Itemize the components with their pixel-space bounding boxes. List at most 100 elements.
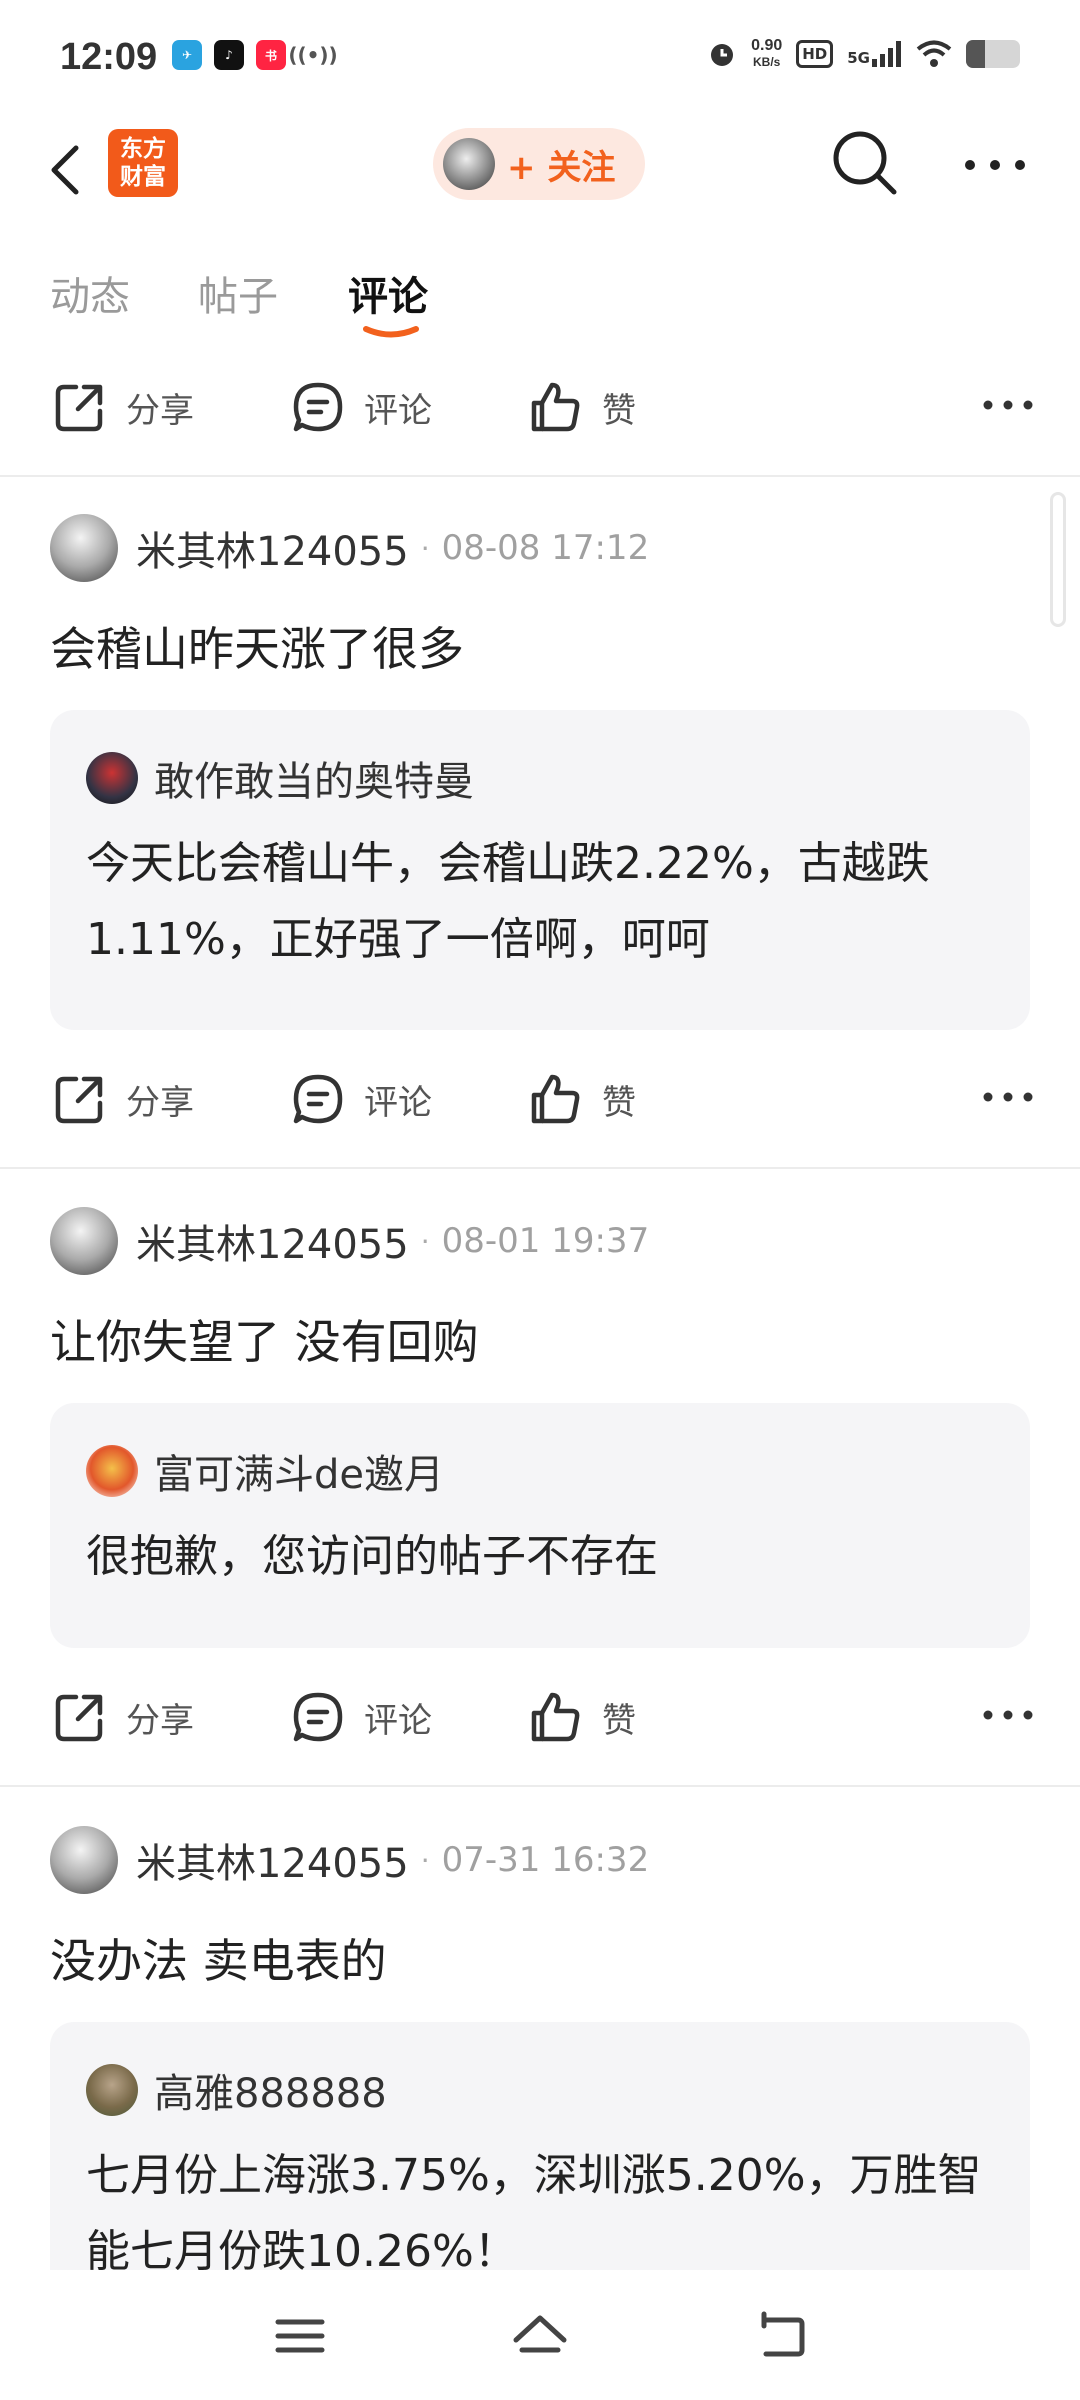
- signal-icon: 5G: [847, 41, 902, 67]
- comment-button[interactable]: 评论: [290, 1672, 432, 1762]
- battery-icon: [966, 40, 1020, 68]
- post-action-bar: 分享 评论 赞: [0, 1054, 1080, 1144]
- author-name[interactable]: 米其林124055: [136, 519, 409, 577]
- back-button[interactable]: [40, 130, 100, 210]
- hotspot-icon: ((•)): [288, 43, 338, 67]
- back-nav-icon[interactable]: [750, 2310, 810, 2362]
- author-avatar[interactable]: [50, 1207, 118, 1275]
- share-button[interactable]: 分享: [52, 1054, 194, 1144]
- author-name[interactable]: 米其林124055: [136, 1831, 409, 1889]
- quoted-author-avatar: [86, 2064, 138, 2116]
- share-label: 分享: [126, 1082, 194, 1123]
- post-action-bar: 分享 评论 赞: [0, 362, 1080, 452]
- share-label: 分享: [126, 1700, 194, 1741]
- author-name[interactable]: 米其林124055: [136, 1212, 409, 1270]
- comment-text: 会稽山昨天涨了很多: [50, 622, 464, 676]
- comment-icon: [293, 1692, 343, 1742]
- comment-label: 评论: [364, 390, 432, 431]
- quoted-post[interactable]: 高雅888888 七月份上海涨3.75%，深圳涨5.20%，万胜智能七月份跌10…: [50, 2022, 1030, 2270]
- xiaohongshu-icon: 书: [256, 40, 286, 70]
- home-icon[interactable]: [510, 2310, 570, 2362]
- share-icon: [55, 384, 103, 432]
- comment-button[interactable]: 评论: [290, 362, 432, 452]
- separator-dot: ·: [420, 1843, 430, 1877]
- comment-icon: [293, 1074, 343, 1124]
- divider: [0, 1785, 1080, 1787]
- tab-comments[interactable]: 评论: [348, 264, 428, 322]
- wifi-icon: [916, 40, 952, 67]
- hd-badge: HD: [796, 40, 834, 68]
- eastmoney-logo: 东方 财富: [108, 129, 178, 197]
- like-button[interactable]: 赞: [528, 362, 636, 452]
- search-icon: [833, 131, 897, 195]
- system-nav-bar: [0, 2270, 1080, 2400]
- tiktok-icon: ♪: [214, 40, 244, 70]
- share-label: 分享: [126, 390, 194, 431]
- notification-icons: ✈ ♪ 书 ((•)): [172, 40, 338, 70]
- comment-time: 08-01 19:37: [441, 1221, 650, 1261]
- quoted-author-avatar: [86, 752, 138, 804]
- menu-icon[interactable]: [270, 2310, 330, 2362]
- quoted-body: 很抱歉，您访问的帖子不存在: [86, 1531, 658, 1582]
- comment-text: 让你失望了 没有回购: [50, 1315, 479, 1369]
- comment-item[interactable]: 米其林124055 · 08-01 19:37 让你失望了 没有回购 富可满斗d…: [0, 1206, 1080, 1666]
- author-avatar[interactable]: [50, 1826, 118, 1894]
- divider: [0, 475, 1080, 477]
- share-button[interactable]: 分享: [52, 362, 194, 452]
- chevron-left-icon: [51, 145, 79, 195]
- status-bar: 12:09 ✈ ♪ 书 ((•)) 0.90 KB/s HD 5G: [0, 0, 1080, 120]
- separator-dot: ·: [420, 531, 430, 565]
- divider: [0, 1167, 1080, 1169]
- comment-item[interactable]: 米其林124055 · 07-31 16:32 没办法 卖电表的 高雅88888…: [0, 1825, 1080, 2270]
- post-action-bar: 分享 评论 赞: [0, 1672, 1080, 1762]
- share-button[interactable]: 分享: [52, 1672, 194, 1762]
- comment-button[interactable]: 评论: [290, 1054, 432, 1144]
- active-tab-indicator: [363, 326, 419, 338]
- tab-posts[interactable]: 帖子: [198, 264, 278, 322]
- post-more-icon[interactable]: [978, 1700, 1038, 1730]
- profile-tabs: 动态 帖子 评论: [0, 250, 1080, 350]
- comment-header: 米其林124055 · 08-08 17:12: [50, 513, 649, 583]
- post-more-icon[interactable]: [978, 390, 1038, 420]
- like-label: 赞: [602, 1082, 636, 1123]
- search-button[interactable]: [828, 126, 900, 198]
- share-icon: [55, 1076, 103, 1124]
- share-icon: [55, 1694, 103, 1742]
- post-more-icon[interactable]: [978, 1082, 1038, 1112]
- alarm-icon: [711, 44, 734, 66]
- like-button[interactable]: 赞: [528, 1054, 636, 1144]
- like-label: 赞: [602, 390, 636, 431]
- like-button[interactable]: 赞: [528, 1672, 636, 1762]
- quoted-author-avatar: [86, 1445, 138, 1497]
- status-time: 12:09: [60, 36, 158, 78]
- quoted-body: 七月份上海涨3.75%，深圳涨5.20%，万胜智能七月份跌10.26%！: [86, 2150, 982, 2270]
- user-avatar: [443, 138, 495, 190]
- telegram-icon: ✈: [172, 40, 202, 70]
- tab-activity[interactable]: 动态: [50, 264, 130, 322]
- follow-button[interactable]: + 关注: [433, 128, 645, 200]
- quoted-body: 今天比会稽山牛，会稽山跌2.22%，古越跌1.11%，正好强了一倍啊，呵呵: [86, 838, 930, 965]
- comment-label: 评论: [364, 1082, 432, 1123]
- comment-label: 评论: [364, 1700, 432, 1741]
- quoted-author-name: 高雅888888: [154, 2071, 387, 2117]
- quoted-post[interactable]: 敢作敢当的奥特曼 今天比会稽山牛，会稽山跌2.22%，古越跌1.11%，正好强了…: [50, 710, 1030, 1030]
- thumbs-up-icon: [531, 1692, 580, 1742]
- net-speed: 0.90 KB/s: [751, 37, 783, 70]
- separator-dot: ·: [420, 1224, 430, 1258]
- quoted-post[interactable]: 富可满斗de邀月 很抱歉，您访问的帖子不存在: [50, 1403, 1030, 1648]
- comment-header: 米其林124055 · 08-01 19:37: [50, 1206, 649, 1276]
- quoted-author-name: 敢作敢当的奥特曼: [154, 759, 474, 805]
- thumbs-up-icon: [531, 382, 580, 432]
- quoted-author-name: 富可满斗de邀月: [154, 1452, 444, 1498]
- like-label: 赞: [602, 1700, 636, 1741]
- comment-text: 没办法 卖电表的: [50, 1934, 387, 1988]
- app-header: 东方 财富 + 关注: [0, 120, 1080, 250]
- comment-time: 07-31 16:32: [441, 1840, 650, 1880]
- more-horizontal-icon: [965, 160, 1025, 170]
- comment-header: 米其林124055 · 07-31 16:32: [50, 1825, 649, 1895]
- comment-time: 08-08 17:12: [441, 528, 650, 568]
- more-options-button[interactable]: [960, 140, 1030, 190]
- comment-icon: [293, 382, 343, 432]
- follow-label: + 关注: [507, 147, 616, 188]
- author-avatar[interactable]: [50, 514, 118, 582]
